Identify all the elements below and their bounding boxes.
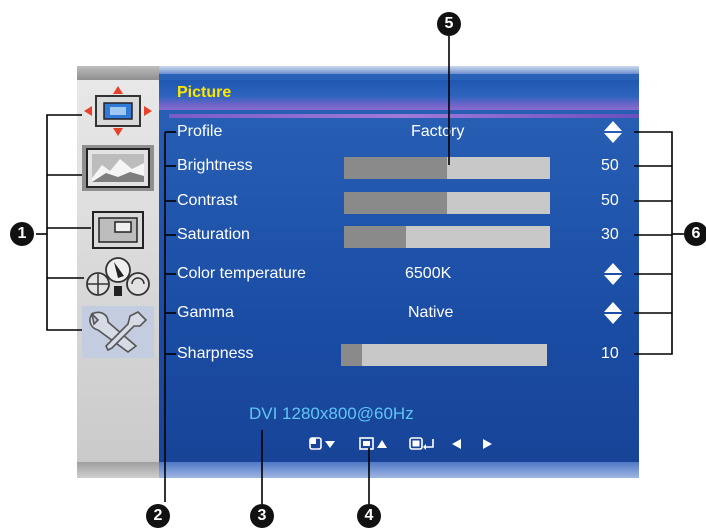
callout-4: 4 — [357, 504, 381, 528]
callout-2: 2 — [146, 504, 170, 528]
callout-3: 3 — [250, 504, 274, 528]
callout-5: 5 — [437, 12, 461, 36]
callout-leader-lines — [36, 36, 684, 504]
callout-1: 1 — [10, 222, 34, 246]
callout-6: 6 — [684, 222, 706, 246]
